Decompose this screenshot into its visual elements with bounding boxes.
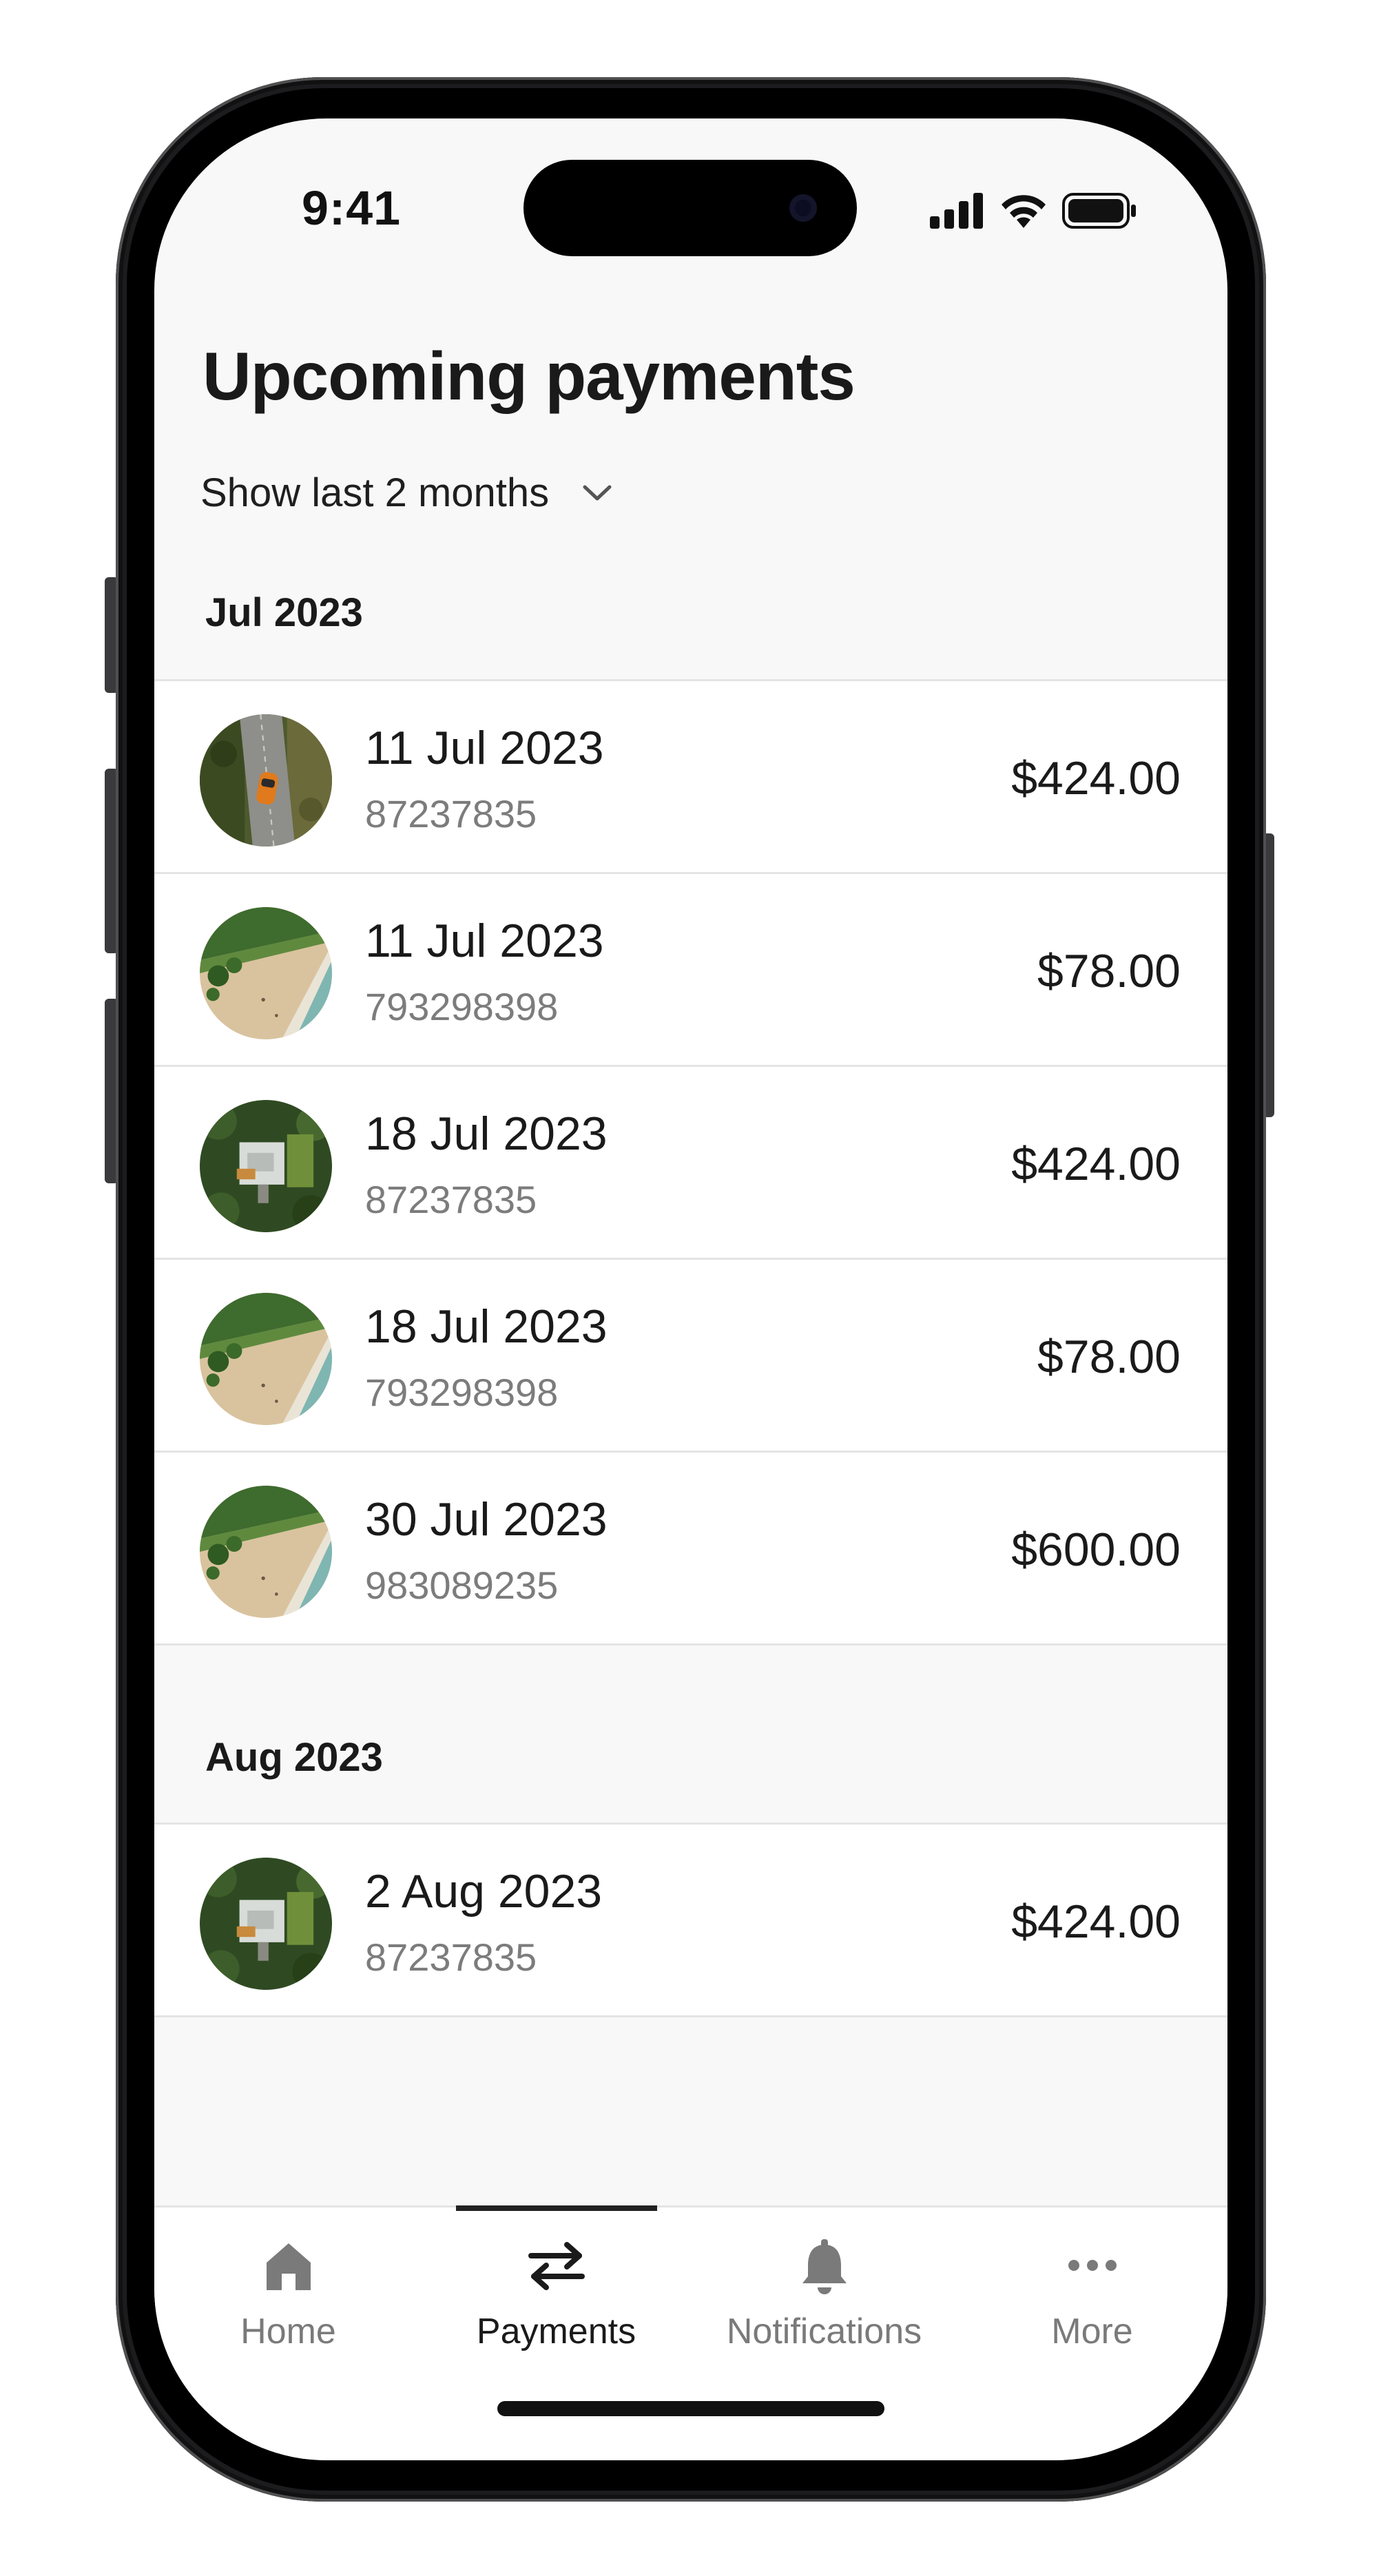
payment-thumbnail-beach-image (200, 1293, 332, 1425)
more-dots-icon (1061, 2238, 1123, 2293)
battery-icon (1062, 193, 1138, 229)
wifi-icon (1000, 194, 1047, 228)
payment-reference: 87237835 (365, 1935, 537, 1979)
payment-row[interactable]: 18 Jul 2023 87237835 $424.00 (154, 1067, 1227, 1260)
payment-date: 11 Jul 2023 (365, 915, 604, 967)
payment-row[interactable]: 11 Jul 2023 87237835 $424.00 (154, 681, 1227, 874)
tab-more-label: More (1051, 2312, 1133, 2351)
payment-amount: $424.00 (1011, 752, 1181, 804)
payment-amount: $424.00 (1011, 1895, 1181, 1948)
tab-more[interactable]: More (958, 2208, 1226, 2387)
home-icon (261, 2238, 316, 2293)
payment-date: 18 Jul 2023 (365, 1108, 608, 1160)
payment-thumbnail-beach-image (200, 1486, 332, 1618)
payment-list-jul-2023: 11 Jul 2023 87237835 $424.00 11 Jul 2023… (154, 679, 1227, 1645)
payment-amount: $424.00 (1011, 1138, 1181, 1190)
bottom-tab-bar: Home Payments Notifications More (154, 2205, 1227, 2460)
payment-amount: $78.00 (1037, 945, 1181, 997)
page-title: Upcoming payments (203, 338, 856, 414)
transfer-arrows-icon (526, 2238, 588, 2293)
tab-payments-label: Payments (476, 2312, 636, 2351)
date-range-filter[interactable]: Show last 2 months (200, 470, 612, 516)
group-heading-aug-2023: Aug 2023 (205, 1735, 383, 1780)
tab-payments[interactable]: Payments (422, 2208, 690, 2387)
tab-home-label: Home (240, 2312, 336, 2351)
phone-frame: 9:41 Upcoming payments Show last 2 month… (116, 77, 1266, 2502)
payment-row[interactable]: 18 Jul 2023 793298398 $78.00 (154, 1260, 1227, 1453)
payment-date: 2 Aug 2023 (365, 1865, 603, 1918)
tab-notifications-label: Notifications (726, 2312, 922, 2351)
payment-reference: 793298398 (365, 1371, 559, 1414)
dynamic-island (523, 160, 857, 256)
stage: 9:41 Upcoming payments Show last 2 month… (0, 0, 1379, 2576)
tab-home[interactable]: Home (154, 2208, 422, 2387)
payment-thumbnail-car-image (200, 714, 332, 846)
payment-row[interactable]: 30 Jul 2023 983089235 $600.00 (154, 1453, 1227, 1645)
payment-reference: 87237835 (365, 1178, 537, 1221)
payment-date: 11 Jul 2023 (365, 722, 604, 774)
payment-row[interactable]: 2 Aug 2023 87237835 $424.00 (154, 1825, 1227, 2017)
payment-date: 30 Jul 2023 (365, 1493, 608, 1546)
cellular-signal-icon (930, 193, 985, 229)
chevron-down-icon (582, 484, 612, 503)
payment-reference: 87237835 (365, 792, 537, 835)
filter-label: Show last 2 months (200, 470, 550, 515)
tab-notifications[interactable]: Notifications (690, 2208, 958, 2387)
payment-amount: $600.00 (1011, 1524, 1181, 1576)
payment-thumbnail-house-image (200, 1100, 332, 1232)
status-time: 9:41 (302, 181, 402, 235)
payment-amount: $78.00 (1037, 1331, 1181, 1383)
app-screen: 9:41 Upcoming payments Show last 2 month… (154, 118, 1227, 2460)
payment-reference: 793298398 (365, 985, 559, 1028)
home-indicator[interactable] (497, 2401, 884, 2416)
payment-list-aug-2023: 2 Aug 2023 87237835 $424.00 (154, 1822, 1227, 2017)
payment-row[interactable]: 11 Jul 2023 793298398 $78.00 (154, 874, 1227, 1067)
payment-thumbnail-house-image (200, 1858, 332, 1990)
group-heading-jul-2023: Jul 2023 (205, 590, 363, 635)
front-camera-icon (789, 194, 817, 222)
payment-date: 18 Jul 2023 (365, 1300, 608, 1353)
payment-reference: 983089235 (365, 1564, 559, 1607)
status-icons (930, 193, 1138, 229)
bell-icon (797, 2238, 852, 2296)
payment-thumbnail-beach-image (200, 907, 332, 1039)
